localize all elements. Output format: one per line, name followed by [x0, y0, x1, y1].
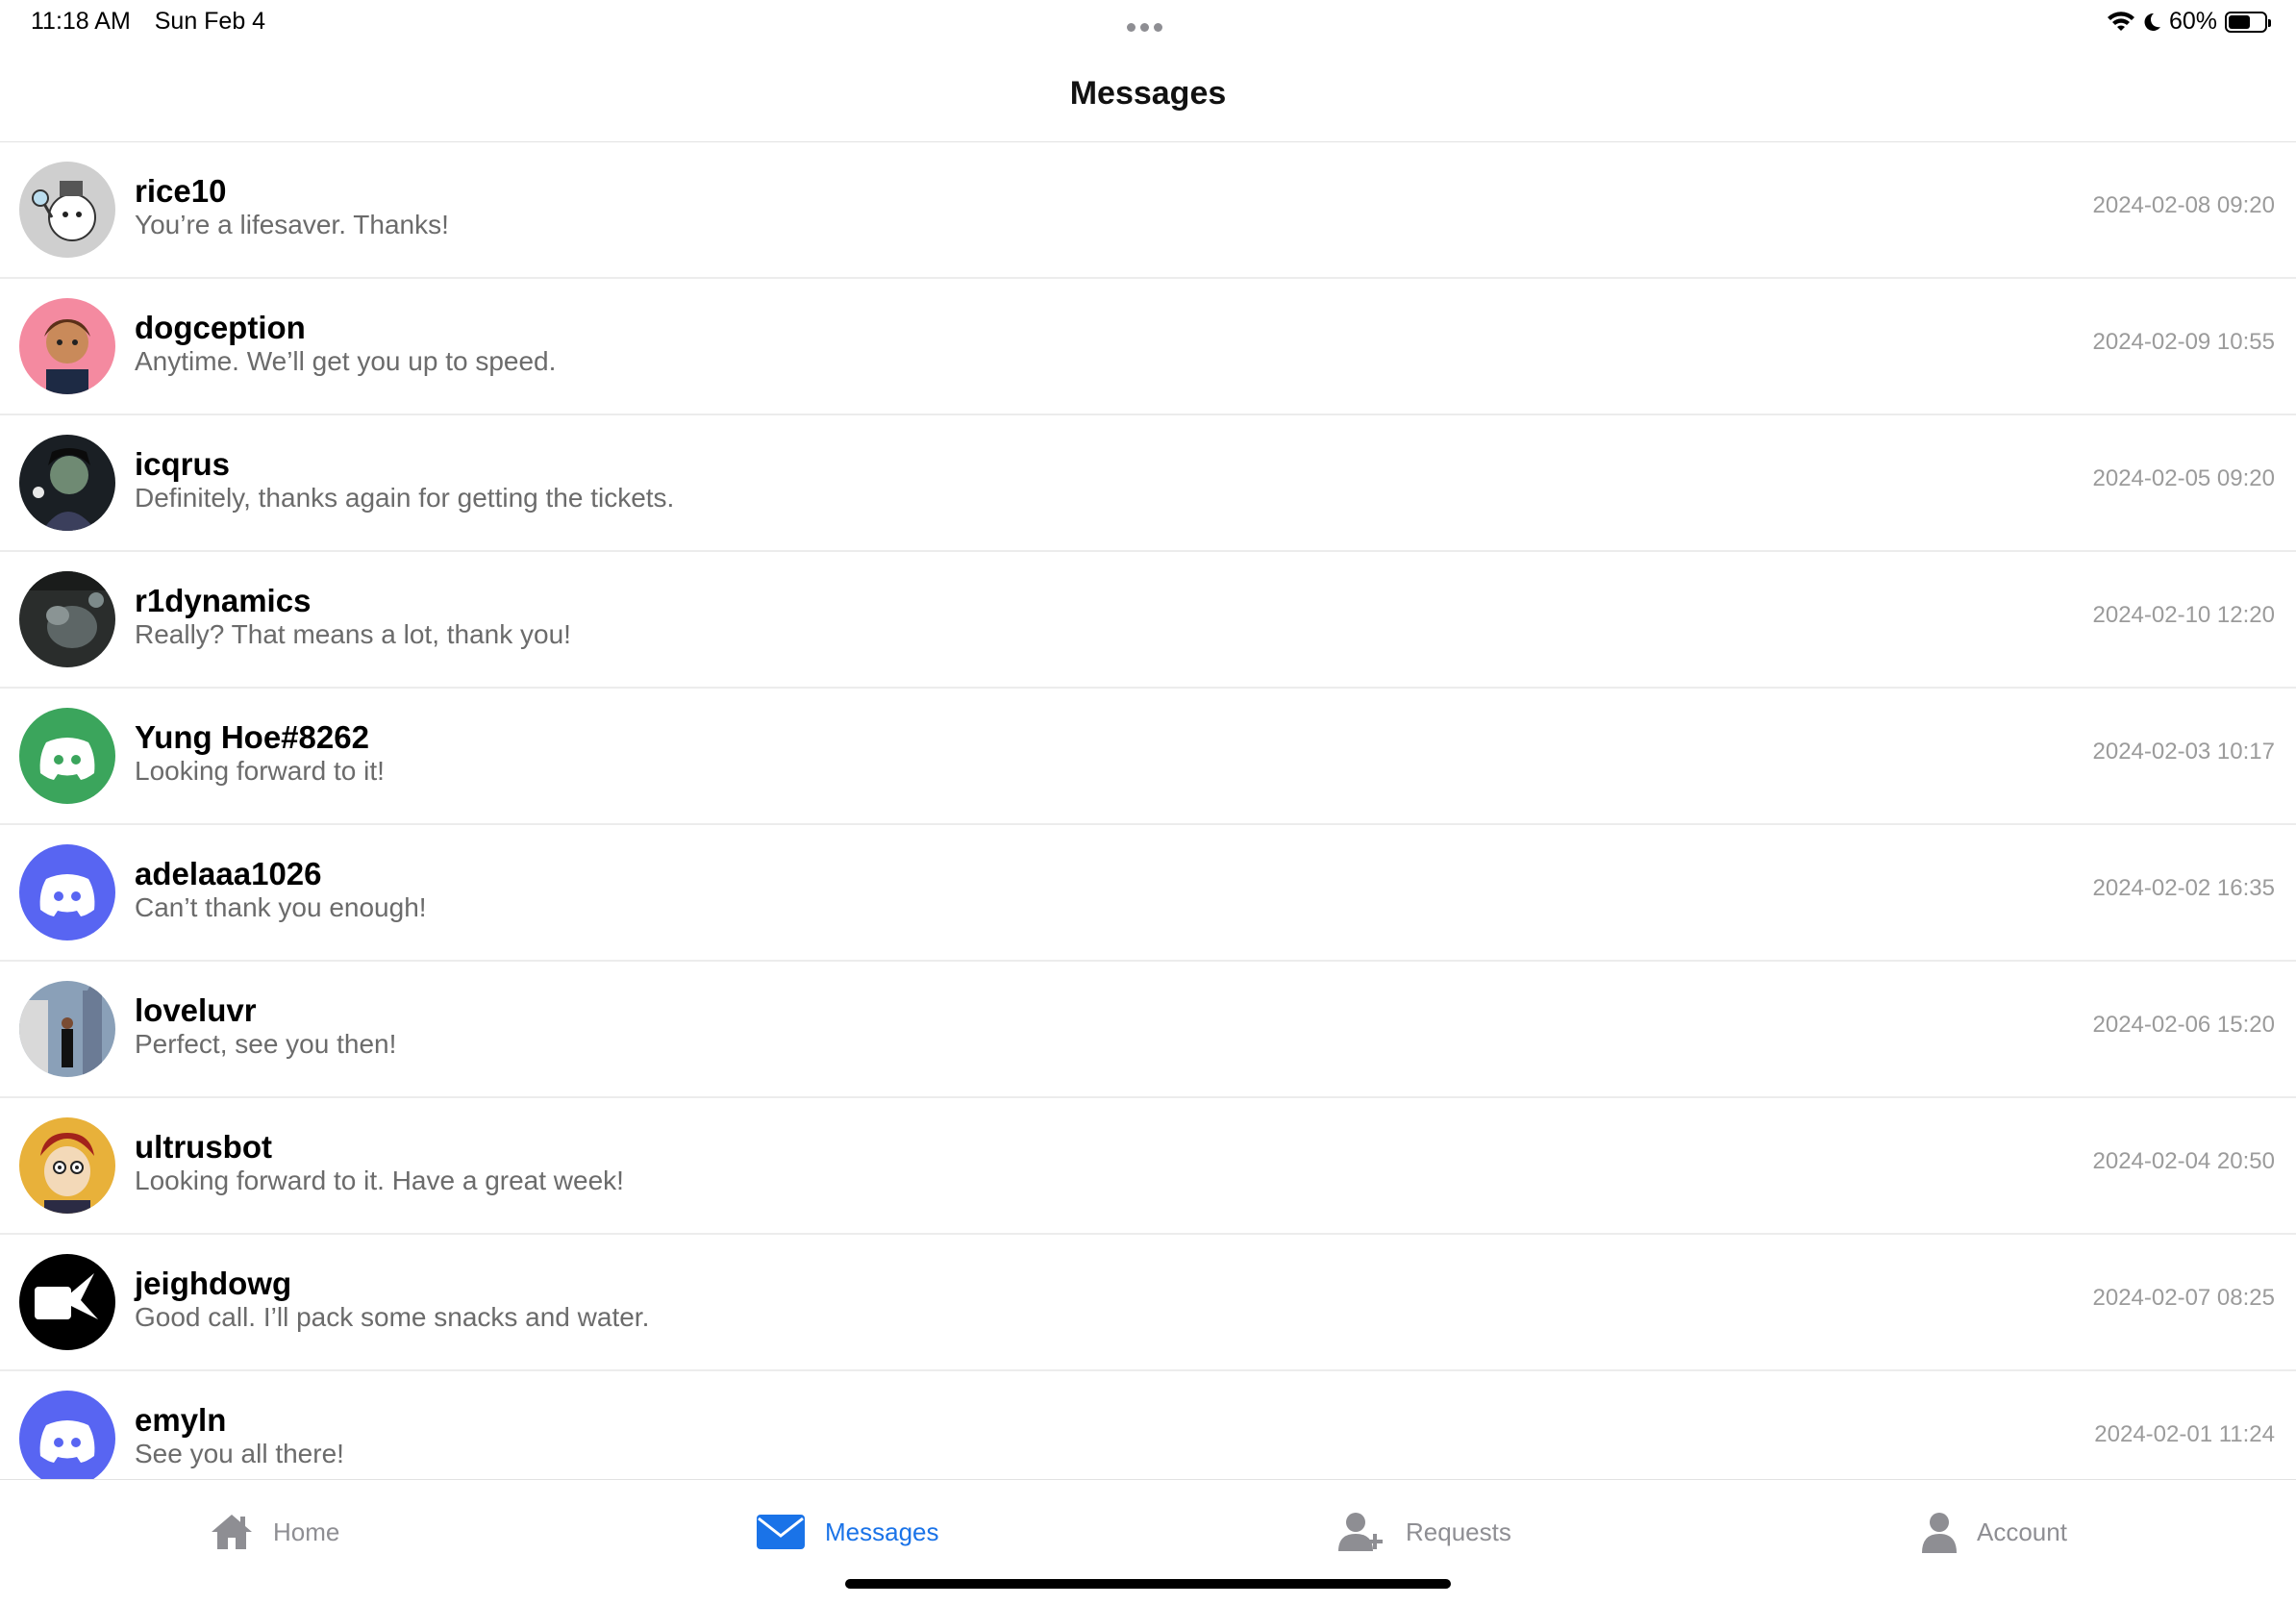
city-photo-avatar	[19, 981, 115, 1077]
discord-avatar-blurple	[19, 844, 115, 940]
conversation-name: jeighdowg	[135, 1266, 292, 1301]
conversation-time: 2024-02-05 09:20	[2092, 465, 2276, 491]
status-bar: 11:18 AM Sun Feb 4 60%	[0, 0, 2296, 46]
conversation-row[interactable]: dogception Anytime. We’ll get you up to …	[0, 279, 2296, 415]
conversation-time: 2024-02-10 12:20	[2092, 602, 2276, 628]
page-title: Messages	[0, 58, 2296, 142]
conversation-preview: Looking forward to it!	[135, 756, 385, 786]
tab-requests-label: Requests	[1406, 1517, 1511, 1546]
conversation-time: 2024-02-03 10:17	[2092, 739, 2276, 765]
battery-icon	[2225, 11, 2271, 33]
battery-percent: 60%	[2168, 8, 2217, 35]
status-time: 11:18 AM	[31, 8, 131, 35]
cartoon-boy-avatar	[19, 1117, 115, 1214]
user-icon	[1922, 1513, 1957, 1553]
conversation-name: r1dynamics	[135, 583, 312, 618]
conversation-row[interactable]: loveluvr Perfect, see you then! 2024-02-…	[0, 962, 2296, 1098]
status-date: Sun Feb 4	[154, 8, 266, 35]
conversation-time: 2024-02-07 08:25	[2092, 1285, 2276, 1311]
conversation-row[interactable]: rice10 You’re a lifesaver. Thanks! 2024-…	[0, 142, 2296, 279]
wifi-icon	[2107, 11, 2134, 31]
conversation-name: adelaaa1026	[135, 856, 322, 891]
dark-character-avatar	[19, 435, 115, 531]
tab-messages[interactable]: Messages	[756, 1507, 939, 1557]
conversation-time: 2024-02-06 15:20	[2092, 1012, 2276, 1038]
multitasking-dots-icon[interactable]	[1127, 19, 1169, 32]
conversation-preview: See you all there!	[135, 1439, 344, 1468]
conversation-preview: Good call. I’ll pack some snacks and wat…	[135, 1302, 650, 1332]
conversation-name: rice10	[135, 173, 227, 209]
tab-home-label: Home	[273, 1517, 340, 1546]
conversation-name: dogception	[135, 310, 306, 345]
conversation-preview: You’re a lifesaver. Thanks!	[135, 210, 449, 239]
tab-home[interactable]: Home	[210, 1507, 339, 1557]
conversation-row[interactable]: adelaaa1026 Can’t thank you enough! 2024…	[0, 825, 2296, 962]
conversation-name: icqrus	[135, 446, 231, 482]
conversation-row[interactable]: r1dynamics Really? That means a lot, tha…	[0, 552, 2296, 689]
conversation-name: ultrusbot	[135, 1129, 272, 1165]
tab-account-label: Account	[1977, 1517, 2067, 1546]
conversation-time: 2024-02-01 11:24	[2094, 1421, 2275, 1447]
conversation-row[interactable]: Yung Hoe#8262 Looking forward to it! 202…	[0, 689, 2296, 825]
conversation-row[interactable]: jeighdowg Good call. I’ll pack some snac…	[0, 1235, 2296, 1371]
tab-requests[interactable]: Requests	[1336, 1507, 1511, 1557]
status-right: 60%	[2107, 8, 2271, 36]
conversation-preview: Perfect, see you then!	[135, 1029, 397, 1059]
mascot-avatar	[19, 162, 115, 258]
discord-avatar-blurple	[19, 1391, 115, 1479]
conversation-time: 2024-02-02 16:35	[2092, 875, 2276, 901]
tab-messages-label: Messages	[825, 1517, 939, 1546]
conversation-preview: Looking forward to it. Have a great week…	[135, 1166, 624, 1195]
keyboard-logo-avatar	[19, 1254, 115, 1350]
home-icon	[212, 1515, 252, 1549]
tab-account[interactable]: Account	[1921, 1507, 2067, 1557]
photo-avatar	[19, 571, 115, 667]
envelope-icon	[757, 1515, 805, 1549]
conversation-row[interactable]: ultrusbot Looking forward to it. Have a …	[0, 1098, 2296, 1235]
conversation-preview: Really? That means a lot, thank you!	[135, 619, 571, 649]
conversation-time: 2024-02-09 10:55	[2092, 329, 2276, 355]
conversation-time: 2024-02-04 20:50	[2092, 1148, 2276, 1174]
conversation-row[interactable]: emyln See you all there! 2024-02-01 11:2…	[0, 1371, 2296, 1479]
conversation-list[interactable]: rice10 You’re a lifesaver. Thanks! 2024-…	[0, 142, 2296, 1479]
home-indicator[interactable]	[845, 1579, 1451, 1589]
conversation-name: Yung Hoe#8262	[135, 719, 369, 755]
conversation-preview: Anytime. We’ll get you up to speed.	[135, 346, 557, 376]
cartoon-person-avatar	[19, 298, 115, 394]
add-user-icon	[1338, 1513, 1383, 1551]
conversation-time: 2024-02-08 09:20	[2092, 192, 2276, 218]
status-left: 11:18 AM Sun Feb 4	[31, 8, 283, 36]
conversation-preview: Can’t thank you enough!	[135, 892, 427, 922]
moon-icon	[2144, 13, 2160, 31]
conversation-preview: Definitely, thanks again for getting the…	[135, 483, 675, 513]
discord-avatar-green	[19, 708, 115, 804]
conversation-name: loveluvr	[135, 992, 257, 1028]
conversation-row[interactable]: icqrus Definitely, thanks again for gett…	[0, 415, 2296, 552]
conversation-name: emyln	[135, 1402, 227, 1438]
